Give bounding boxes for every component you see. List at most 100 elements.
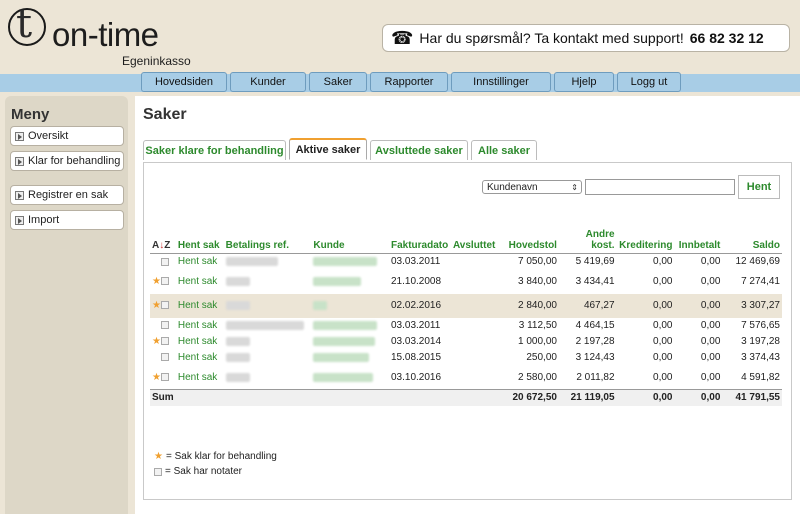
nav-hovedsiden[interactable]: Hovedsiden — [141, 72, 227, 92]
col-kunde[interactable]: Kunde — [311, 227, 389, 254]
kreditering-cell: 0,00 — [653, 256, 673, 268]
col-saldo[interactable]: Saldo — [722, 227, 782, 254]
kreditering-cell: 0,00 — [616, 293, 675, 318]
table-row[interactable]: ★ Hent sak 02.02.2016 2 840,00 467,27 0,00 0,0… — [150, 293, 782, 318]
col-avsluttet[interactable]: Avsluttet — [450, 227, 498, 254]
hent-sak-link[interactable]: Hent sak — [176, 254, 224, 270]
redacted-ref — [225, 336, 250, 346]
avsluttet-cell — [451, 350, 497, 366]
col-innbetalt[interactable]: Innbetalt — [674, 227, 723, 254]
redacted-ref — [225, 372, 250, 382]
note-icon — [160, 301, 169, 310]
redacted-kunde — [313, 276, 362, 286]
nav-saker[interactable]: Saker — [309, 72, 367, 92]
avsluttet-cell — [451, 318, 497, 334]
table-row[interactable]: ★ Hent sak 21.10.2008 3 840,00 3 434,41 0,00 0… — [150, 270, 782, 294]
kunde-cell — [311, 334, 389, 350]
arrow-icon — [15, 131, 24, 141]
betalings-ref-cell — [224, 318, 312, 334]
support-text: Har du spørsmål? Ta kontakt med support! — [419, 30, 684, 46]
note-icon — [160, 337, 169, 346]
row-icons — [150, 254, 176, 270]
betalings-ref-cell — [224, 350, 312, 366]
hent-sak-link[interactable]: Hent sak — [176, 318, 224, 334]
betalings-ref-cell — [224, 366, 312, 390]
support-box: ☎ Har du spørsmål? Ta kontakt med suppor… — [382, 24, 790, 52]
redacted-ref — [225, 300, 250, 310]
innbetalt-cell: 0,00 — [700, 320, 721, 331]
filter-input[interactable] — [585, 179, 735, 195]
table-row[interactable]: ★ Hent sak 03.10.2016 2 580,00 2 011,82 0,00 0… — [150, 366, 782, 390]
nav-rapporter[interactable]: Rapporter — [370, 72, 448, 92]
col-betalings-ref[interactable]: Betalings ref. — [223, 227, 312, 254]
kreditering-cell: 0,00 — [653, 320, 673, 331]
sidebar-item-klar[interactable]: Klar for behandling — [10, 151, 124, 171]
saldo-cell: 3 197,28 — [741, 336, 780, 347]
note-icon — [160, 373, 169, 382]
sidebar-item-import[interactable]: Import — [10, 210, 124, 230]
sort-icon[interactable]: A↓Z — [152, 240, 170, 251]
hovedstol-cell: 7 050,00 — [518, 256, 557, 268]
betalings-ref-cell — [224, 334, 312, 350]
col-kreditering[interactable]: Kreditering — [616, 227, 675, 254]
avsluttet-cell — [451, 270, 497, 294]
redacted-ref — [225, 257, 278, 267]
redacted-ref — [225, 276, 250, 286]
hent-sak-link[interactable]: Hent sak — [176, 270, 224, 294]
hent-sak-link[interactable]: Hent sak — [176, 334, 224, 350]
kreditering-cell: 0,00 — [653, 352, 673, 363]
sidebar-item-registrer[interactable]: Registrer en sak — [10, 185, 124, 205]
table-row[interactable]: Hent sak 03.03.2011 3 112,50 4 464,15 0,00 0,… — [150, 318, 782, 334]
andre-kost-cell: 5 419,69 — [575, 256, 615, 268]
tab-avsluttede[interactable]: Avsluttede saker — [370, 140, 468, 160]
col-andre-kost[interactable]: Andre kost. — [558, 227, 617, 254]
innbetalt-cell: 0,00 — [674, 293, 723, 318]
fakturadato-cell: 21.10.2008 — [390, 276, 442, 287]
filter-select-value: Kundenavn — [487, 181, 538, 193]
hent-button[interactable]: Hent — [738, 175, 780, 199]
sidebar-title: Meny — [11, 106, 50, 123]
nav-logg-ut[interactable]: Logg ut — [617, 72, 681, 92]
kunde-cell — [311, 254, 389, 270]
hent-sak-link[interactable]: Hent sak — [175, 293, 224, 318]
tab-alle[interactable]: Alle saker — [471, 140, 537, 160]
tab-klare[interactable]: Saker klare for behandling — [143, 140, 286, 160]
avsluttet-cell — [451, 334, 497, 350]
sidebar: Meny Oversikt Klar for behandling Regist… — [5, 96, 128, 514]
star-icon: ★ — [152, 276, 161, 287]
andre-kost-cell: 3 434,41 — [575, 276, 615, 287]
sidebar-item-oversikt[interactable]: Oversikt — [10, 126, 124, 146]
on-time-logo[interactable]: t on-time Egeninkasso — [6, 1, 216, 68]
table-row[interactable]: ★ Hent sak 03.03.2014 1 000,00 2 197,28 0,00 0… — [150, 334, 782, 350]
saldo-cell: 3 307,27 — [722, 293, 782, 318]
logo-letter: t — [16, 1, 33, 47]
redacted-kunde — [313, 320, 378, 330]
andre-kost-cell: 2 197,28 — [575, 336, 615, 347]
nav-innstillinger[interactable]: Innstillinger — [451, 72, 551, 92]
logo-name: on-time — [52, 16, 159, 53]
nav-hjelp[interactable]: Hjelp — [554, 72, 614, 92]
hovedstol-cell: 3 840,00 — [518, 276, 557, 287]
col-hovedstol[interactable]: Hovedstol — [497, 227, 559, 254]
innbetalt-cell: 0,00 — [700, 371, 721, 383]
table-row[interactable]: Hent sak 03.03.2011 7 050,00 5 419,69 0,00 0,… — [150, 254, 782, 270]
tab-aktive[interactable]: Aktive saker — [289, 138, 367, 160]
filter-select[interactable]: Kundenavn ⇕ — [482, 180, 582, 194]
page-title: Saker — [143, 106, 187, 123]
note-icon — [161, 353, 169, 362]
hent-sak-link[interactable]: Hent sak — [176, 350, 224, 366]
kreditering-cell: 0,00 — [653, 336, 673, 347]
table-row[interactable]: Hent sak 15.08.2015 250,00 3 124,43 0,00 0,00… — [150, 350, 782, 366]
row-icons — [150, 318, 176, 334]
kunde-cell — [311, 350, 389, 366]
col-fakturadato[interactable]: Fakturadato — [388, 227, 451, 254]
legend-star: ★ = Sak klar for behandling — [154, 451, 277, 462]
innbetalt-cell: 0,00 — [700, 352, 721, 363]
sidebar-item-label: Registrer en sak — [28, 189, 109, 201]
andre-kost-cell: 4 464,15 — [575, 320, 615, 331]
hent-sak-link[interactable]: Hent sak — [176, 366, 224, 390]
col-hent-sak[interactable]: Hent sak — [175, 227, 224, 254]
sum-hovedstol: 20 672,50 — [497, 389, 559, 406]
nav-kunder[interactable]: Kunder — [230, 72, 306, 92]
sort-header[interactable]: A↓Z — [150, 227, 176, 254]
